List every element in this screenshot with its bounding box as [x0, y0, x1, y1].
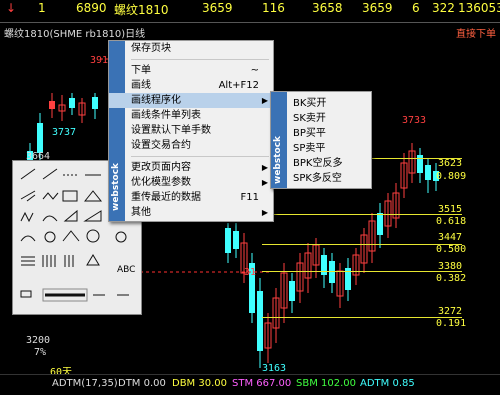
menu-label: 下单 [131, 65, 151, 76]
fib-line[interactable] [262, 271, 462, 272]
menu-label: 画线条件单列表 [131, 110, 201, 121]
menu-trading-contract[interactable]: 设置交易合约 [109, 138, 273, 153]
drawing-program-submenu[interactable]: webstock BK买开 SK卖开 BP买平 SP卖平 BPK空反多 SPK多… [270, 91, 372, 189]
menu-conditional-order-list[interactable]: 画线条件单列表 [109, 108, 273, 123]
menu-optimize-params[interactable]: 优化模型参数 ▶ [109, 175, 273, 190]
quote-total: 1360536 [458, 1, 500, 15]
quote-instrument: 螺纹1810 [114, 3, 169, 17]
submenu-buy-open[interactable]: BK买开 [271, 96, 371, 111]
context-menu[interactable]: webstock 保存页块 下单 ~ 画线 Alt+F12 画线程序化 ▶ 画线条件单… [108, 40, 274, 222]
menu-label: 画线程序化 [131, 95, 181, 106]
indicator-dbm: DBM 30.00 [172, 378, 227, 389]
indicator-name[interactable]: ADTM(17,35) [52, 378, 118, 389]
indicator-bar: ADTM(17,35) DTM 0.00 DBM 30.00 STM 667.0… [0, 374, 500, 395]
menu-shortcut: Alt+F12 [218, 80, 259, 91]
submenu-arrow-icon: ▶ [261, 208, 268, 217]
fib-line[interactable] [262, 214, 462, 215]
high-label: 3733 [402, 115, 427, 126]
quote-arrow: ↓ [6, 1, 17, 15]
quote-vol: 6 [412, 1, 420, 15]
quote-last: 3659 [202, 1, 233, 15]
menu-separator [131, 59, 269, 60]
menu-label: 保存页块 [131, 43, 171, 54]
submenu-sell-open[interactable]: SK卖开 [271, 111, 371, 126]
quote-col: 6890 [76, 1, 107, 15]
quote-ask: 3659 [362, 1, 393, 15]
fib-ratio: 0.618 [436, 216, 467, 227]
submenu-label: SK卖开 [293, 113, 326, 124]
menu-programmatic-drawing[interactable]: 画线程序化 ▶ [109, 93, 273, 108]
menu-draw-line[interactable]: 画线 Alt+F12 [109, 78, 273, 93]
menu-shortcut: ~ [250, 65, 259, 76]
direct-order-button[interactable]: 直接下单 [456, 25, 496, 40]
submenu-sell-close[interactable]: SP卖平 [271, 141, 371, 156]
submenu-arrow-icon: ▶ [261, 163, 268, 172]
percent-label: 7% [34, 347, 47, 358]
menu-label: 画线 [131, 80, 151, 91]
indicator-stm: STM 667.00 [232, 378, 292, 389]
menu-label: 其他 [131, 207, 151, 218]
quote-change: 116 [262, 1, 285, 15]
fib-ratio: 0.382 [436, 273, 467, 284]
price-label-3737: 3737 [52, 127, 77, 138]
indicator-sbm: SBM 102.00 [296, 378, 357, 389]
fib-ratio: 0.191 [436, 318, 467, 329]
text-tool-label[interactable]: ABC [117, 265, 135, 275]
submenu-label: BP买平 [293, 128, 326, 139]
price-label-3200: 3200 [26, 335, 51, 346]
menu-label: 重传最近的数据 [131, 192, 201, 203]
low-label: 3163 [262, 363, 287, 374]
fib-price: 3623 [438, 158, 463, 169]
menu-shortcut: F11 [240, 192, 259, 203]
menu-separator [131, 156, 269, 157]
menu-reload-data[interactable]: 重传最近的数据 F11 [109, 190, 273, 205]
quote-vol: 322 [432, 1, 455, 15]
fib-line[interactable] [262, 244, 462, 245]
fib-price: 3272 [438, 306, 463, 317]
menu-label: 设置默认下单手数 [131, 125, 211, 136]
submenu-arrow-icon: ▶ [261, 178, 268, 187]
menu-label: 优化模型参数 [131, 177, 191, 188]
submenu-arrow-icon: ▶ [261, 96, 268, 105]
menu-save-block[interactable]: 保存页块 [109, 41, 273, 56]
submenu-short-to-long[interactable]: BPK空反多 [271, 156, 371, 171]
quote-bar: ↓ 1 6890 螺纹1810 3659 116 3658 3659 6 322… [0, 0, 500, 17]
submenu-label: BPK空反多 [293, 158, 343, 169]
menu-default-lots[interactable]: 设置默认下单手数 [109, 123, 273, 138]
red-price-label: 31 [244, 267, 257, 278]
indicator-dtm: DTM 0.00 [118, 378, 166, 389]
submenu-long-to-short[interactable]: SPK多反空 [271, 171, 371, 186]
menu-other[interactable]: 其他 ▶ [109, 205, 273, 220]
menu-label: 设置交易合约 [131, 140, 191, 151]
submenu-buy-close[interactable]: BP买平 [271, 126, 371, 141]
fib-ratio: 0.809 [436, 171, 467, 182]
quote-col: 1 [38, 1, 46, 15]
chart-title: 螺纹1810(SHME rb1810)日线 [4, 29, 146, 40]
menu-label: 更改页面内容 [131, 162, 191, 173]
submenu-label: BK买开 [293, 98, 327, 109]
fib-line[interactable] [262, 317, 462, 318]
menu-place-order[interactable]: 下单 ~ [109, 63, 273, 78]
submenu-label: SP卖平 [293, 143, 326, 154]
fib-price: 3515 [438, 204, 463, 215]
submenu-label: SPK多反空 [293, 173, 342, 184]
quote-bid: 3658 [312, 1, 343, 15]
menu-change-page-content[interactable]: 更改页面内容 ▶ [109, 160, 273, 175]
fib-price: 3380 [438, 261, 463, 272]
red-price-label: 391 [90, 55, 109, 66]
fib-ratio: 0.500 [436, 244, 467, 255]
indicator-adtm: ADTM 0.85 [360, 378, 415, 389]
fib-price: 3447 [438, 232, 463, 243]
